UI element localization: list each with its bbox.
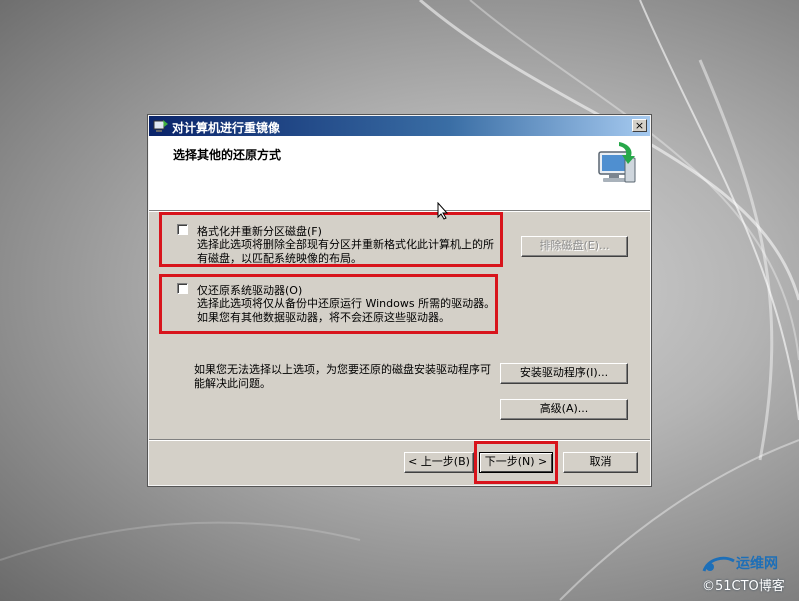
- close-button[interactable]: ×: [632, 119, 647, 132]
- format-checkbox[interactable]: [177, 224, 188, 235]
- footer-divider: [149, 439, 650, 441]
- restore-system-label[interactable]: 仅还原系统驱动器(O): [197, 282, 302, 298]
- cancel-button[interactable]: 取消: [563, 452, 638, 473]
- backup-app-icon: [153, 120, 168, 132]
- mouse-cursor-icon: [437, 202, 449, 220]
- title-bar: 对计算机进行重镜像 ×: [149, 116, 650, 136]
- watermark-text: ©51CTO博客: [702, 579, 785, 594]
- driver-hint-text: 如果您无法选择以上选项，为您要还原的磁盘安装驱动程序可能解决此问题。: [194, 363, 491, 390]
- restore-system-description: 选择此选项将仅从备份中还原运行 Windows 所需的驱动器。如果您有其他数据驱…: [197, 297, 496, 324]
- computer-restore-icon: [598, 142, 636, 183]
- format-label[interactable]: 格式化并重新分区磁盘(F): [197, 223, 322, 239]
- exclude-disks-button[interactable]: 排除磁盘(E)...: [521, 236, 628, 257]
- back-button[interactable]: < 上一步(B): [404, 452, 474, 473]
- advanced-button[interactable]: 高级(A)...: [500, 399, 628, 420]
- window-title: 对计算机进行重镜像: [172, 121, 281, 135]
- page-title: 选择其他的还原方式: [173, 148, 282, 162]
- watermark: 运维网 ©51CTO博客: [700, 553, 799, 601]
- watermark-logo-icon: [702, 556, 735, 572]
- reimage-dialog: 对计算机进行重镜像 × 选择其他的还原方式 格式化并重新分区磁盘(F) 选择此选…: [148, 115, 651, 486]
- next-button[interactable]: 下一步(N) >: [479, 452, 553, 473]
- watermark-site-name: 运维网: [736, 556, 778, 572]
- install-drivers-button[interactable]: 安装驱动程序(I)...: [500, 363, 628, 384]
- format-description: 选择此选项将删除全部现有分区并重新格式化此计算机上的所有磁盘，以匹配系统映像的布…: [197, 238, 494, 265]
- wizard-header: 选择其他的还原方式: [149, 136, 650, 211]
- close-icon: ×: [634, 119, 645, 132]
- restore-system-checkbox[interactable]: [177, 283, 188, 294]
